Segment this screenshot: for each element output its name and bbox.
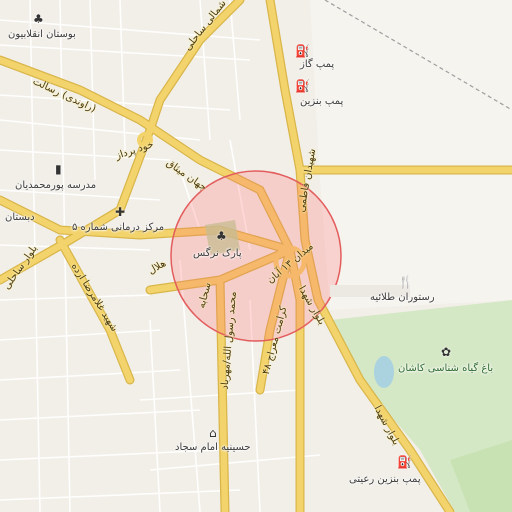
water-pond [374, 356, 394, 388]
poi-label[interactable]: مدرسه پورمحمدیان [15, 180, 96, 192]
mosque-icon[interactable]: ⌂ [209, 427, 217, 439]
poi-label[interactable]: پارک نرگس [193, 248, 242, 260]
poi-label[interactable]: پمپ بنزین [300, 96, 343, 108]
poi-label[interactable]: پمپ گاز [300, 59, 334, 71]
restaurant-icon[interactable]: 🍴 [398, 276, 413, 288]
poi-label[interactable]: بوستان انقلابیون [8, 29, 76, 41]
fuel-pump-icon[interactable]: ⛽ [295, 80, 310, 92]
map-base-layer [0, 0, 512, 512]
map-canvas[interactable]: ♣ بوستان انقلابیون ⛽ پمپ گاز ⛽ پمپ بنزین… [0, 0, 512, 512]
tree-icon[interactable]: ♣ [33, 13, 44, 25]
poi-label[interactable]: رستوران طلائیه [370, 292, 435, 304]
poi-label[interactable]: پمپ بنزین رعیتی [349, 474, 421, 486]
fuel-pump-icon[interactable]: ⛽ [397, 456, 412, 468]
poi-label[interactable]: باغ گیاه شناسی کاشان [398, 363, 493, 375]
school-icon[interactable]: ▮ [55, 163, 62, 175]
poi-label[interactable]: حسینیه امام سجاد [175, 442, 251, 454]
fuel-pump-icon[interactable]: ⛽ [295, 45, 310, 57]
poi-label[interactable]: مرکز درمانی شماره ۵ [72, 222, 164, 234]
flower-icon[interactable]: ✿ [441, 346, 451, 358]
hospital-cross-icon[interactable]: ✚ [115, 206, 125, 218]
poi-label[interactable]: دبستان [5, 212, 35, 224]
tree-icon[interactable]: ♣ [216, 230, 227, 242]
